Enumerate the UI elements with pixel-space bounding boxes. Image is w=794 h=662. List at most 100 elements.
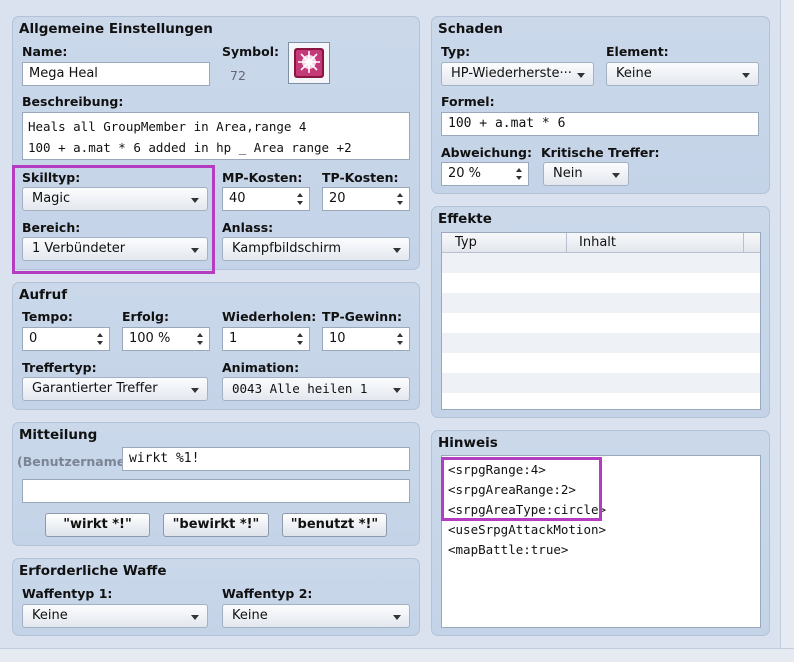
- formula-input[interactable]: 100 + a.mat * 6: [441, 112, 759, 136]
- note-title: Hinweis: [438, 435, 498, 451]
- animation-select[interactable]: 0043 Alle heilen 1: [222, 377, 410, 401]
- hittype-value: Garantierter Treffer: [32, 381, 158, 396]
- effects-list-header: Typ Inhalt: [442, 233, 760, 253]
- spin-down-icon[interactable]: [516, 176, 522, 180]
- repeat-spinner[interactable]: 1: [222, 327, 310, 351]
- message-line1-input[interactable]: wirkt %1!: [122, 447, 410, 471]
- spin-up-icon[interactable]: [297, 193, 303, 197]
- list-item[interactable]: [442, 393, 760, 409]
- casts-template-button[interactable]: "wirkt *!": [45, 513, 150, 537]
- message-line2-input[interactable]: [22, 479, 410, 503]
- required-weapon-title: Erforderliche Waffe: [19, 563, 167, 579]
- note-line: <srpgAreaType:circle>: [448, 502, 607, 517]
- note-line: <useSrpgAttackMotion>: [448, 522, 607, 537]
- name-input[interactable]: Mega Heal: [22, 62, 210, 86]
- list-item[interactable]: [442, 253, 760, 273]
- effects-title: Effekte: [438, 211, 492, 227]
- element-select[interactable]: Keine: [606, 62, 759, 86]
- effects-col-type[interactable]: Typ: [455, 235, 477, 250]
- speed-spinner[interactable]: 0: [22, 327, 110, 351]
- chevron-down-icon: [191, 248, 199, 253]
- damage-type-select[interactable]: HP-Wiederherste···: [441, 62, 594, 86]
- animation-value: 0043 Alle heilen 1: [232, 381, 368, 396]
- tpcost-spinner[interactable]: 20: [322, 187, 410, 211]
- heal-skill-icon[interactable]: [288, 42, 330, 84]
- column-divider: [743, 233, 744, 252]
- spin-down-icon[interactable]: [397, 341, 403, 345]
- formula-label: Formel:: [441, 94, 495, 109]
- chevron-down-icon: [577, 73, 585, 78]
- spin-down-icon[interactable]: [197, 341, 203, 345]
- window-edge: [780, 0, 794, 662]
- list-item[interactable]: [442, 353, 760, 373]
- mpcost-value: 40: [229, 191, 246, 206]
- column-divider: [566, 233, 567, 252]
- chevron-down-icon: [742, 73, 750, 78]
- spin-up-icon[interactable]: [97, 333, 103, 337]
- success-spinner[interactable]: 100 %: [122, 327, 210, 351]
- symbol-index: 72: [230, 68, 246, 83]
- spin-up-icon[interactable]: [516, 168, 522, 172]
- weapontype1-select[interactable]: Keine: [22, 604, 208, 628]
- scope-value: 1 Verbündeter: [32, 241, 126, 256]
- success-label: Erfolg:: [122, 309, 169, 324]
- speed-value: 0: [29, 331, 38, 346]
- spin-up-icon[interactable]: [197, 333, 203, 337]
- effects-list[interactable]: Typ Inhalt: [441, 232, 761, 410]
- effects-rows: [442, 253, 760, 409]
- note-line: <srpgAreaRange:2>: [448, 482, 576, 497]
- spin-down-icon[interactable]: [97, 341, 103, 345]
- list-item[interactable]: [442, 293, 760, 313]
- occasion-select[interactable]: Kampfbildschirm: [222, 237, 410, 261]
- note-textarea[interactable]: <srpgRange:4> <srpgAreaRange:2> <srpgAreaT…: [441, 455, 761, 628]
- spin-up-icon[interactable]: [297, 333, 303, 337]
- list-item[interactable]: [442, 373, 760, 393]
- critical-label: Kritische Treffer:: [541, 145, 660, 160]
- list-item[interactable]: [442, 313, 760, 333]
- spin-up-icon[interactable]: [397, 193, 403, 197]
- does-template-button[interactable]: "bewirkt *!": [163, 513, 269, 537]
- chevron-down-icon: [191, 198, 199, 203]
- hittype-select[interactable]: Garantierter Treffer: [22, 377, 208, 401]
- scope-label: Bereich:: [22, 220, 81, 235]
- skilltype-value: Magic: [32, 191, 71, 206]
- critical-select[interactable]: Nein: [543, 162, 629, 186]
- symbol-label: Symbol:: [222, 44, 279, 59]
- description-label: Beschreibung:: [22, 94, 124, 109]
- uses-template-button[interactable]: "benutzt *!": [282, 513, 387, 537]
- chevron-down-icon: [612, 173, 620, 178]
- tpcost-value: 20: [329, 191, 346, 206]
- general-settings-title: Allgemeine Einstellungen: [19, 21, 213, 37]
- note-line: <srpgRange:4>: [448, 462, 546, 477]
- effects-col-content[interactable]: Inhalt: [579, 235, 616, 250]
- repeat-value: 1: [229, 331, 238, 346]
- skilltype-select[interactable]: Magic: [22, 187, 208, 211]
- mpcost-spinner[interactable]: 40: [222, 187, 310, 211]
- spin-down-icon[interactable]: [397, 201, 403, 205]
- tpcost-label: TP-Kosten:: [322, 170, 399, 185]
- speed-label: Tempo:: [22, 309, 73, 324]
- variance-spinner[interactable]: 20 %: [441, 162, 529, 186]
- name-label: Name:: [22, 44, 68, 59]
- occasion-value: Kampfbildschirm: [232, 241, 342, 256]
- hittype-label: Treffertyp:: [22, 360, 97, 375]
- invocation-title: Aufruf: [19, 287, 68, 303]
- variance-label: Abweichung:: [441, 145, 532, 160]
- chevron-down-icon: [393, 248, 401, 253]
- spin-down-icon[interactable]: [297, 201, 303, 205]
- chevron-down-icon: [191, 388, 199, 393]
- weapontype2-select[interactable]: Keine: [222, 604, 410, 628]
- description-textarea[interactable]: Heals all GroupMember in Area,range 4 100…: [22, 112, 410, 160]
- element-label: Element:: [606, 44, 669, 59]
- tpgain-spinner[interactable]: 10: [322, 327, 410, 351]
- skilltype-label: Skilltyp:: [22, 170, 81, 185]
- user-name-placeholder: (Benutzername): [17, 454, 131, 469]
- spin-down-icon[interactable]: [297, 341, 303, 345]
- weapontype2-value: Keine: [232, 608, 268, 623]
- success-value: 100 %: [129, 331, 171, 346]
- scope-select[interactable]: 1 Verbündeter: [22, 237, 208, 261]
- list-item[interactable]: [442, 333, 760, 353]
- spin-up-icon[interactable]: [397, 333, 403, 337]
- weapontype1-label: Waffentyp 1:: [22, 586, 113, 601]
- list-item[interactable]: [442, 273, 760, 293]
